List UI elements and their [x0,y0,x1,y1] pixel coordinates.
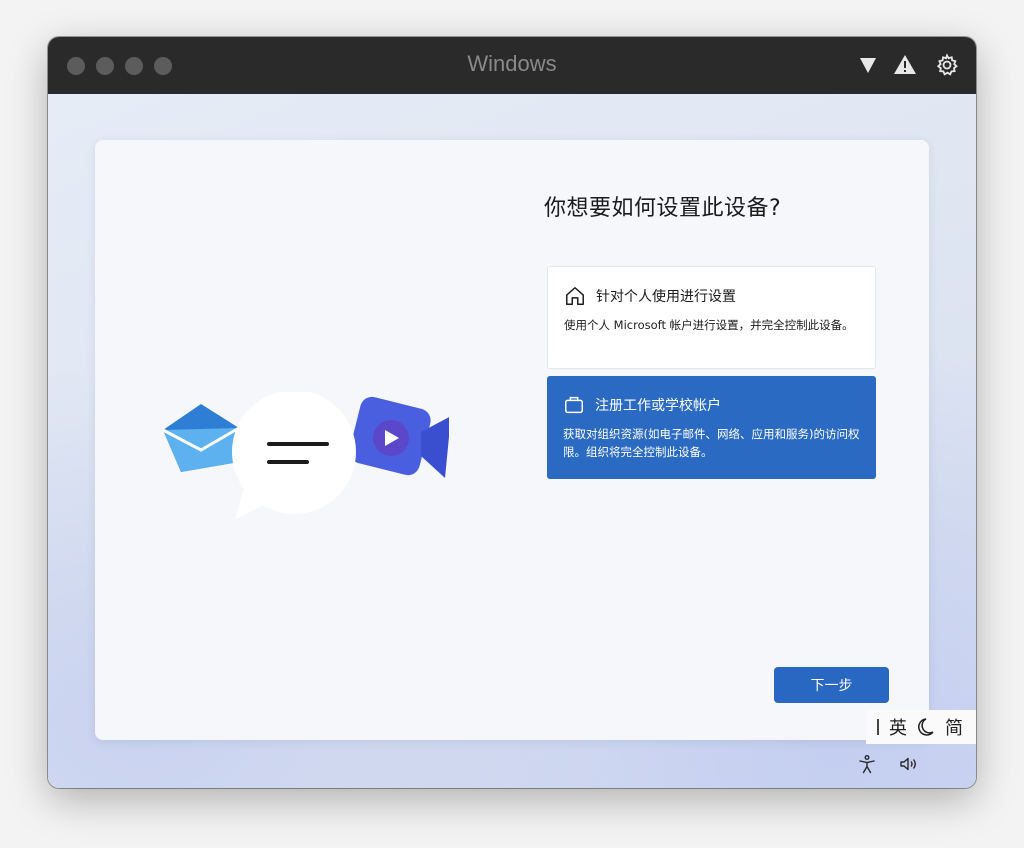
ime-mode[interactable]: 英 [889,714,907,740]
warning-icon[interactable] [893,53,917,77]
title-bar: Windows [48,37,976,94]
accessibility-icon[interactable] [857,754,877,774]
mail-icon [162,404,240,472]
home-icon [566,287,584,305]
gear-icon[interactable] [935,53,959,77]
setup-card: 你想要如何设置此设备? 针对个人使用进行设置 使用个人 Microsoft 帐户… [95,140,929,740]
option-title: 针对个人使用进行设置 [596,289,736,305]
briefcase-icon [565,396,583,414]
chat-bubble-icon [232,392,356,520]
down-triangle-icon[interactable] [856,53,880,77]
option-personal-use[interactable]: 针对个人使用进行设置 使用个人 Microsoft 帐户进行设置，并完全控制此设… [547,266,876,369]
text-cursor-icon [877,719,879,735]
next-button[interactable]: 下一步 [774,667,889,703]
volume-icon[interactable] [899,754,919,774]
oobe-background: 你想要如何设置此设备? 针对个人使用进行设置 使用个人 Microsoft 帐户… [48,94,976,788]
video-icon [349,396,449,478]
vm-window: Windows 你想要如何设置此设备? 针对个人使用进行设置 使用个人 Micr… [48,37,976,788]
illustration-icon [162,392,449,520]
page-title: 你想要如何设置此设备? [544,196,782,221]
ime-indicator[interactable]: 英 简 [866,710,976,744]
ime-script[interactable]: 简 [945,714,963,740]
window-title: Windows [467,51,557,76]
moon-icon[interactable] [917,717,935,737]
option-work-school[interactable]: 注册工作或学校帐户 获取对组织资源(如电子邮件、网络、应用和服务)的访问权限。组… [547,376,876,479]
option-description: 获取对组织资源(如电子邮件、网络、应用和服务)的访问权限。组织将完全控制此设备。 [563,427,860,459]
option-description: 使用个人 Microsoft 帐户进行设置，并完全控制此设备。 [564,318,854,332]
option-title: 注册工作或学校帐户 [595,398,721,414]
